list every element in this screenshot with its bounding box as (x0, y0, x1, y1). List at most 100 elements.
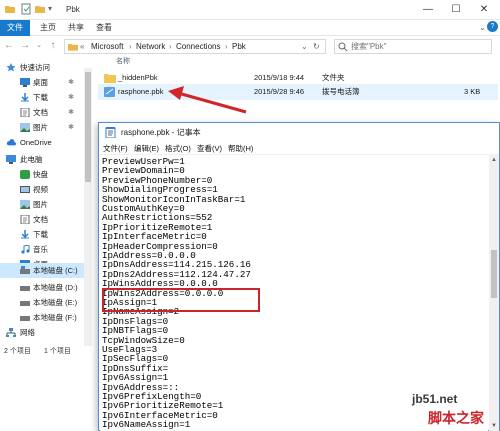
breadcrumb-microsoft[interactable]: Microsoft (91, 42, 123, 51)
sidebar-item-pictures-pc[interactable]: 图片 (0, 197, 84, 212)
chevron-right-icon: › (129, 42, 132, 51)
breadcrumb-overflow[interactable]: « (80, 42, 84, 51)
sidebar-item-documents[interactable]: 文档 ✱ (0, 105, 84, 120)
up-arrow-icon[interactable]: ↑ (46, 39, 60, 53)
close-button[interactable]: ✕ (470, 0, 498, 20)
tab-share[interactable]: 共享 (62, 20, 90, 36)
address-row: ← → ⌄ ↑ « Microsoft › Network › Connecti… (0, 36, 500, 56)
pin-icon[interactable]: ✱ (68, 75, 74, 90)
search-icon (338, 42, 348, 52)
notepad-title: rasphone.pbk - 记事本 (121, 128, 201, 137)
pin-icon[interactable]: ✱ (68, 105, 74, 120)
disk-icon (20, 316, 30, 321)
breadcrumb-pbk[interactable]: Pbk (232, 42, 246, 51)
sidebar-item-documents-pc[interactable]: 文档 (0, 212, 84, 227)
explorer-titlebar: ▾ Pbk — ☐ ✕ (0, 0, 500, 20)
sidebar-item-local-disk-c[interactable]: 本地磁盘 (C:) (0, 263, 84, 278)
properties-icon[interactable] (20, 3, 32, 15)
sidebar-item-label: 图片 (33, 123, 48, 132)
forward-arrow-icon[interactable]: → (18, 39, 32, 53)
sidebar-item-local-disk-f[interactable]: 本地磁盘 (F:) (0, 310, 84, 325)
phonebook-icon (104, 87, 115, 97)
notepad-vertical-scrollbar[interactable]: ▲ ▼ (489, 155, 499, 431)
sidebar-item-label: 本地磁盘 (E:) (33, 298, 78, 307)
breadcrumb-connections[interactable]: Connections (176, 42, 220, 51)
notepad-menubar: 文件(F) 编辑(E) 格式(O) 查看(V) 帮助(H) (99, 141, 499, 155)
chevron-right-icon: › (225, 42, 228, 51)
sidebar-item-kuaipan[interactable]: 快盘 (0, 167, 84, 182)
watermark-site: jb51.net (412, 392, 458, 406)
sidebar-item-onedrive[interactable]: OneDrive (0, 135, 84, 150)
recent-locations-icon[interactable]: ⌄ (32, 39, 46, 53)
download-icon (21, 230, 29, 239)
menu-help[interactable]: 帮助(H) (228, 143, 253, 154)
tab-view[interactable]: 查看 (90, 20, 118, 36)
refresh-icon[interactable]: ↻ (313, 42, 320, 51)
download-icon (21, 93, 29, 102)
scrollbar-thumb[interactable] (491, 250, 497, 298)
sidebar-item-label: 快盘 (33, 170, 48, 179)
sidebar-item-music[interactable]: 音乐 (0, 242, 84, 257)
menu-view[interactable]: 查看(V) (197, 143, 222, 154)
documents-icon (20, 108, 30, 117)
pin-icon[interactable]: ✱ (68, 120, 74, 135)
sidebar-item-quick-access[interactable]: 快速访问 (0, 60, 84, 75)
sidebar-item-local-disk-d[interactable]: 本地磁盘 (D:) (0, 280, 84, 295)
disk-icon (20, 301, 30, 306)
sidebar-item-pictures[interactable]: 图片 ✱ (0, 120, 84, 135)
notepad-text-area[interactable]: PreviewUserPw=1 PreviewDomain=0 PreviewPho… (100, 155, 488, 431)
sidebar-item-desktop[interactable]: 桌面 ✱ (0, 75, 84, 90)
search-box[interactable] (334, 39, 492, 54)
menu-format[interactable]: 格式(O) (165, 143, 191, 154)
sidebar-item-videos[interactable]: 视频 (0, 182, 84, 197)
address-bar[interactable]: « Microsoft › Network › Connections › Pb… (64, 39, 326, 54)
sidebar-item-label: OneDrive (20, 138, 52, 147)
sidebar-item-this-pc[interactable]: 此电脑 (0, 152, 84, 167)
notepad-icon (105, 127, 116, 138)
search-input[interactable] (335, 40, 475, 53)
sidebar-item-downloads-pc[interactable]: 下载 (0, 227, 84, 242)
folder-icon (68, 44, 78, 51)
minimize-button[interactable]: — (414, 0, 442, 20)
quick-access-dropdown-icon[interactable]: ▾ (48, 4, 60, 16)
sidebar-item-local-disk-e[interactable]: 本地磁盘 (E:) (0, 295, 84, 310)
scrollbar-thumb[interactable] (85, 72, 91, 182)
drive-icon (20, 170, 30, 179)
folder-icon (5, 6, 15, 13)
back-arrow-icon[interactable]: ← (2, 39, 16, 53)
pin-icon[interactable]: ✱ (68, 90, 74, 105)
list-item-selected[interactable]: rasphone.pbk 2015/9/28 9:46 拨号电话簿 3 KB (98, 84, 498, 100)
menu-file[interactable]: 文件(F) (103, 143, 128, 154)
scroll-down-icon[interactable]: ▼ (489, 421, 499, 431)
sidebar-item-network[interactable]: 网络 (0, 325, 84, 340)
sidebar-scrollbar[interactable] (84, 68, 92, 346)
sidebar-item-label: 视频 (33, 185, 48, 194)
disk-icon (20, 266, 30, 274)
chevron-right-icon: › (169, 42, 172, 51)
breadcrumb-network[interactable]: Network (136, 42, 165, 51)
chevron-down-icon[interactable]: ⌄ (301, 42, 308, 51)
new-folder-icon[interactable] (34, 3, 46, 15)
maximize-button[interactable]: ☐ (442, 0, 470, 20)
star-icon (6, 63, 16, 72)
status-bar: 2 个项目 1 个项目 (0, 346, 98, 358)
tab-file[interactable]: 文件 (0, 20, 30, 36)
tab-home[interactable]: 主页 (34, 20, 62, 36)
expand-ribbon-icon[interactable]: ⌄ (479, 23, 486, 32)
text-line: Ipv6Assign=1 (102, 372, 169, 384)
text-line: IpInterfaceMetric=0 (102, 231, 207, 243)
desktop-icon (20, 78, 30, 87)
help-icon[interactable]: ? (487, 21, 498, 32)
pictures-icon (20, 123, 30, 132)
column-header-name[interactable]: 名称 (116, 56, 130, 68)
scroll-up-icon[interactable]: ▲ (489, 155, 499, 165)
file-size: 3 KB (464, 87, 481, 96)
music-icon (21, 245, 30, 254)
network-icon (6, 328, 16, 337)
sidebar-item-downloads[interactable]: 下载 ✱ (0, 90, 84, 105)
navigation-pane: 快速访问 桌面 ✱ 下载 ✱ 文档 ✱ 图片 ✱ OneDrive 此电脑 快盘… (0, 56, 84, 346)
text-line: IpNBTFlags=0 (102, 325, 169, 337)
file-name: rasphone.pbk (118, 87, 164, 96)
menu-edit[interactable]: 编辑(E) (134, 143, 159, 154)
cloud-icon (6, 139, 16, 146)
